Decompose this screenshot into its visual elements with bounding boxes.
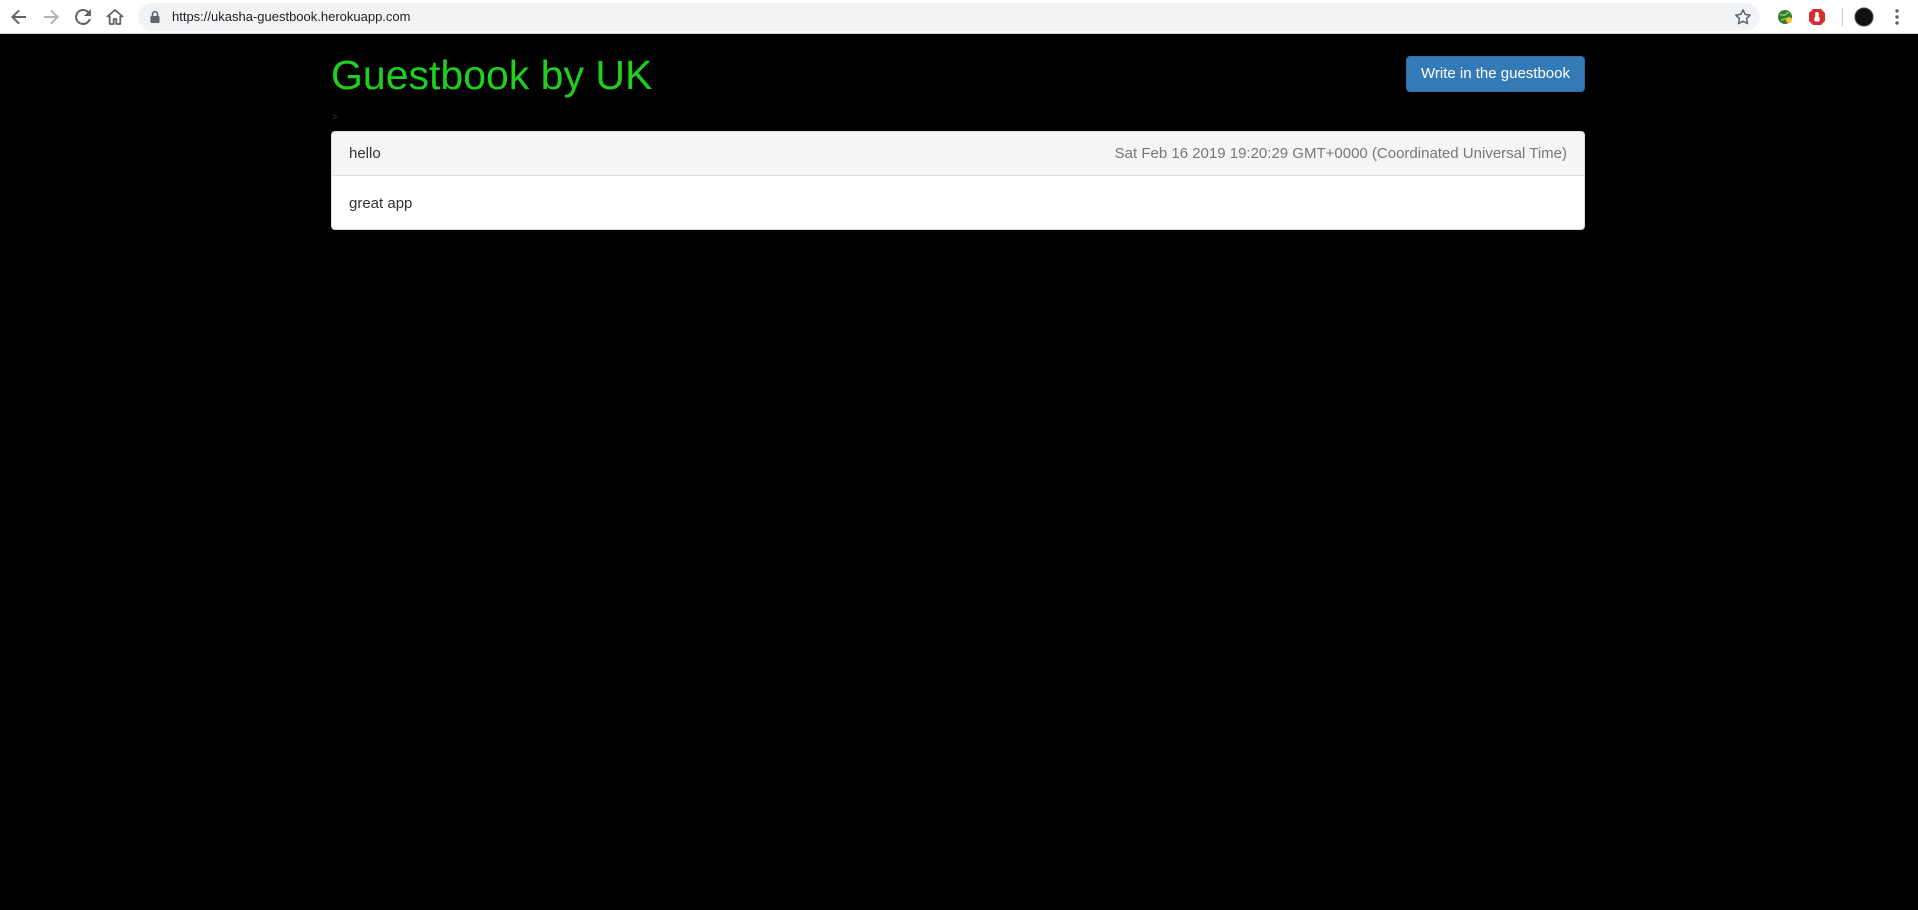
forward-arrow-icon[interactable]: [38, 4, 64, 30]
write-guestbook-button[interactable]: Write in the guestbook: [1406, 56, 1585, 92]
address-bar[interactable]: https://ukasha-guestbook.herokuapp.com: [138, 3, 1760, 31]
entry-message: great app: [349, 195, 413, 212]
reload-icon[interactable]: [70, 4, 96, 30]
url-text[interactable]: https://ukasha-guestbook.herokuapp.com: [172, 9, 410, 24]
browser-toolbar: https://ukasha-guestbook.herokuapp.com: [0, 0, 1918, 34]
entry-heading: hello Sat Feb 16 2019 19:20:29 GMT+0000 …: [332, 132, 1584, 176]
entry-date: Sat Feb 16 2019 19:20:29 GMT+0000 (Coord…: [1114, 145, 1567, 162]
back-arrow-icon[interactable]: [6, 4, 32, 30]
lock-icon: [148, 10, 162, 24]
toolbar-divider: [1842, 8, 1843, 26]
page-title: Guestbook by UK: [331, 52, 653, 98]
home-icon[interactable]: [102, 4, 128, 30]
entry-title: hello: [349, 145, 381, 162]
guestbook-entry: hello Sat Feb 16 2019 19:20:29 GMT+0000 …: [331, 131, 1585, 230]
extension-stop-hand-icon[interactable]: [1806, 6, 1828, 28]
page-body: Guestbook by UK Write in the guestbook >…: [0, 34, 1918, 910]
kebab-menu-icon[interactable]: [1886, 6, 1908, 28]
extension-globe-icon[interactable]: [1774, 6, 1796, 28]
stray-text: >: [332, 112, 338, 123]
profile-avatar-icon[interactable]: [1853, 6, 1875, 28]
star-icon[interactable]: [1734, 8, 1752, 26]
